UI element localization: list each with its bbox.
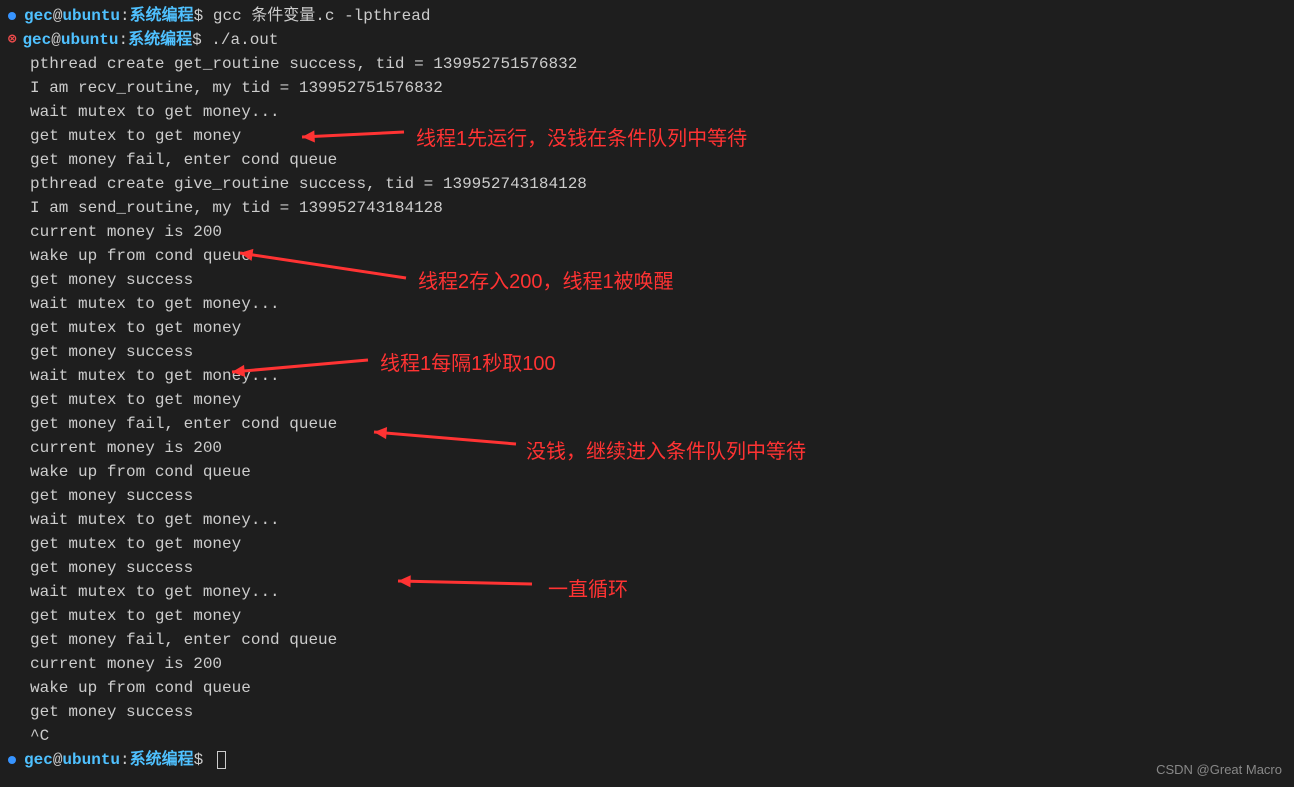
output-line: get mutex to get money [8, 124, 1286, 148]
output-line: get money success [8, 340, 1286, 364]
watermark-text: CSDN @Great Macro [1156, 760, 1282, 780]
output-line: get money success [8, 556, 1286, 580]
output-line: I am recv_routine, my tid = 139952751576… [8, 76, 1286, 100]
output-line: current money is 200 [8, 436, 1286, 460]
prompt-dollar: $ [192, 28, 211, 52]
prompt-at: @ [51, 28, 61, 52]
command-text: ./a.out [211, 28, 278, 52]
prompt-line-final: gec @ ubuntu : 系统编程 $ [8, 748, 1286, 772]
output-line: get money fail, enter cond queue [8, 148, 1286, 172]
cursor-icon [217, 751, 226, 769]
prompt-host: ubuntu [62, 4, 120, 28]
output-line: wake up from cond queue [8, 460, 1286, 484]
output-line: wait mutex to get money... [8, 292, 1286, 316]
prompt-host: ubuntu [62, 748, 120, 772]
prompt-path: 系统编程 [130, 4, 194, 28]
output-line: wait mutex to get money... [8, 580, 1286, 604]
output-line: wait mutex to get money... [8, 100, 1286, 124]
output-line: get money fail, enter cond queue [8, 412, 1286, 436]
output-line: wait mutex to get money... [8, 508, 1286, 532]
output-line: I am send_routine, my tid = 139952743184… [8, 196, 1286, 220]
output-line: current money is 200 [8, 220, 1286, 244]
prompt-user: gec [24, 748, 53, 772]
prompt-colon: : [118, 28, 128, 52]
prompt-line-1: gec @ ubuntu : 系统编程 $ gcc 条件变量.c -lpthre… [8, 4, 1286, 28]
command-text: gcc 条件变量.c -lpthread [213, 4, 431, 28]
output-line: get money success [8, 484, 1286, 508]
prompt-colon: : [120, 4, 130, 28]
prompt-dollar: $ [194, 748, 213, 772]
output-line: get mutex to get money [8, 316, 1286, 340]
prompt-line-2: ⊗ gec @ ubuntu : 系统编程 $ ./a.out [8, 28, 1286, 52]
prompt-user: gec [24, 4, 53, 28]
output-line: pthread create get_routine success, tid … [8, 52, 1286, 76]
output-line: get money fail, enter cond queue [8, 628, 1286, 652]
output-line: get mutex to get money [8, 604, 1286, 628]
prompt-at: @ [53, 748, 63, 772]
prompt-path: 系统编程 [130, 748, 194, 772]
status-dot-icon [8, 756, 16, 764]
output-container: pthread create get_routine success, tid … [8, 52, 1286, 748]
output-line: get mutex to get money [8, 532, 1286, 556]
output-line: ^C [8, 724, 1286, 748]
prompt-user: gec [22, 28, 51, 52]
status-dot-icon [8, 12, 16, 20]
output-line: current money is 200 [8, 652, 1286, 676]
output-line: wait mutex to get money... [8, 364, 1286, 388]
prompt-at: @ [53, 4, 63, 28]
output-line: get mutex to get money [8, 388, 1286, 412]
status-x-icon: ⊗ [8, 30, 16, 51]
prompt-colon: : [120, 748, 130, 772]
output-line: pthread create give_routine success, tid… [8, 172, 1286, 196]
output-line: get money success [8, 268, 1286, 292]
output-line: wake up from cond queue [8, 244, 1286, 268]
prompt-path: 系统编程 [128, 28, 192, 52]
output-line: get money success [8, 700, 1286, 724]
output-line: wake up from cond queue [8, 676, 1286, 700]
prompt-host: ubuntu [61, 28, 119, 52]
terminal-window[interactable]: gec @ ubuntu : 系统编程 $ gcc 条件变量.c -lpthre… [0, 0, 1294, 776]
prompt-dollar: $ [194, 4, 213, 28]
